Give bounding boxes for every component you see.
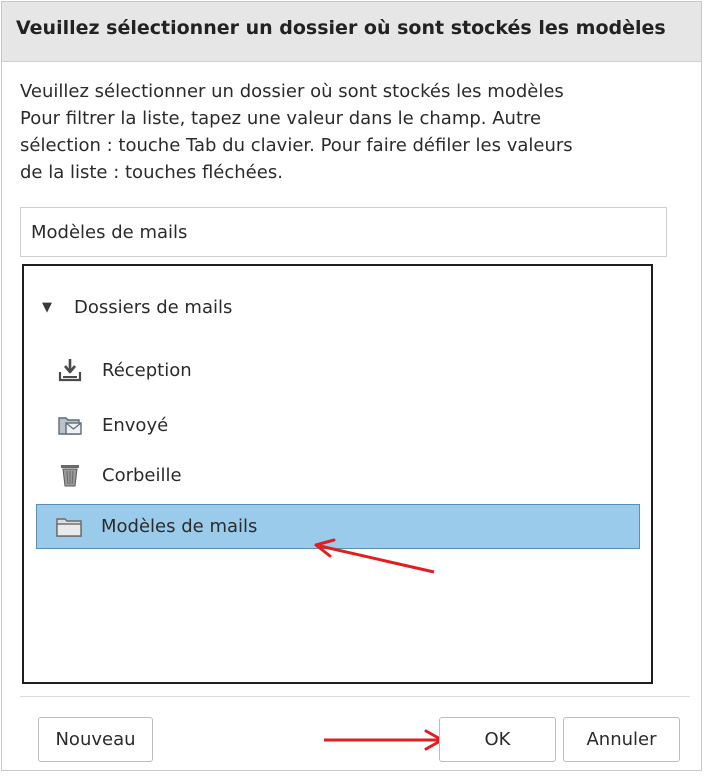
tree-item-label: Envoyé — [102, 414, 169, 436]
tree-item-mail-templates[interactable]: Modèles de mails — [36, 504, 640, 549]
dialog-title: Veuillez sélectionner un dossier où sont… — [16, 17, 666, 39]
tree-item-label: Modèles de mails — [101, 516, 258, 537]
folder-selection-dialog: Veuillez sélectionner un dossier où sont… — [1, 1, 702, 771]
tree-root-mail-folders[interactable]: ▼ Dossiers de mails — [42, 292, 232, 322]
folder-icon — [55, 513, 83, 541]
footer-divider — [20, 696, 690, 697]
new-button[interactable]: Nouveau — [38, 717, 153, 762]
dialog-titlebar: Veuillez sélectionner un dossier où sont… — [2, 2, 701, 62]
tree-item-reception[interactable]: Réception — [38, 350, 638, 390]
description-line: Pour filtrer la liste, tapez une valeur … — [20, 108, 542, 129]
tree-item-sent[interactable]: Envoyé — [38, 405, 638, 445]
inbox-download-icon — [56, 356, 84, 384]
ok-button[interactable]: OK — [439, 717, 556, 762]
tree-item-trash[interactable]: Corbeille — [38, 455, 638, 495]
description-line: de la liste : touches fléchées. — [20, 162, 283, 183]
folder-tree[interactable]: ▼ Dossiers de mails Réception Envoyé Cor… — [22, 264, 653, 684]
description-line: Veuillez sélectionner un dossier où sont… — [20, 81, 564, 102]
trash-icon — [56, 461, 84, 489]
annotation-arrow-icon — [324, 729, 444, 751]
filter-input[interactable] — [20, 207, 667, 257]
description-line: sélection : touche Tab du clavier. Pour … — [20, 135, 573, 156]
tree-item-label: Réception — [102, 359, 192, 381]
tree-item-label: Corbeille — [102, 464, 182, 486]
sent-folder-icon — [56, 411, 84, 439]
dialog-description: Veuillez sélectionner un dossier où sont… — [20, 78, 680, 186]
expand-triangle-icon[interactable]: ▼ — [42, 300, 62, 315]
cancel-button[interactable]: Annuler — [563, 717, 680, 762]
tree-root-label: Dossiers de mails — [74, 296, 233, 318]
